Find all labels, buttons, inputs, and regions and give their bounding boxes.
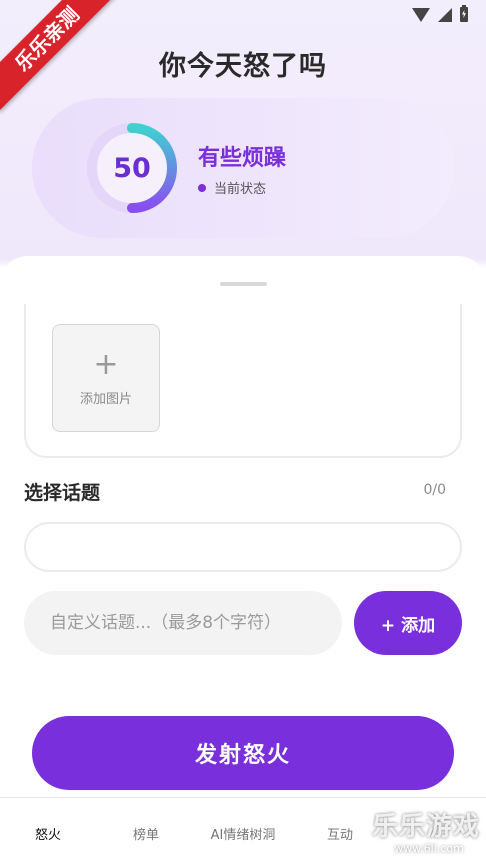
signal-icon xyxy=(438,7,452,22)
battery-charging-icon xyxy=(460,5,468,22)
sheet-drag-handle[interactable] xyxy=(220,282,267,286)
watermark-logo: 乐乐游戏 www.6ll.com xyxy=(372,812,486,864)
mood-gauge: 50 xyxy=(84,120,180,216)
watermark-url: www.6ll.com xyxy=(394,842,464,855)
page-title: 你今天怒了吗 xyxy=(159,51,327,82)
tab-ai-treehole[interactable]: AI情绪树洞 xyxy=(211,824,276,843)
watermark-main: 乐乐游戏 xyxy=(372,812,481,842)
add-image-label: 添加图片 xyxy=(79,391,132,407)
tab-anger[interactable]: 怒火 xyxy=(35,824,61,843)
tab-ranking[interactable]: 榜单 xyxy=(133,824,159,843)
add-image-button[interactable]: + 添加图片 xyxy=(52,324,160,432)
topic-count: 0/0 xyxy=(423,482,446,498)
plus-icon: + xyxy=(93,346,119,382)
tab-interaction[interactable]: 互动 xyxy=(327,824,353,843)
add-topic-button[interactable]: + 添加 xyxy=(354,591,462,655)
bottom-sheet: + 添加图片 选择话题 0/0 + 添加 发射怒火 xyxy=(0,256,486,864)
status-dot-icon xyxy=(198,183,206,192)
submit-anger-button[interactable]: 发射怒火 xyxy=(32,716,454,790)
wifi-icon xyxy=(412,7,430,22)
custom-topic-input[interactable] xyxy=(24,591,342,655)
mood-card: 50 有些烦躁 当前状态 xyxy=(32,98,454,238)
mood-label: 有些烦躁 xyxy=(198,146,287,171)
status-icons xyxy=(412,5,468,22)
mood-score: 50 xyxy=(113,152,151,184)
topic-section-title: 选择话题 xyxy=(24,482,101,504)
mood-sub: 当前状态 xyxy=(198,178,286,197)
mood-sublabel: 当前状态 xyxy=(214,182,267,197)
topic-select-field[interactable] xyxy=(24,522,462,572)
mood-text: 有些烦躁 当前状态 xyxy=(198,140,286,197)
upload-area: + 添加图片 xyxy=(24,304,462,458)
